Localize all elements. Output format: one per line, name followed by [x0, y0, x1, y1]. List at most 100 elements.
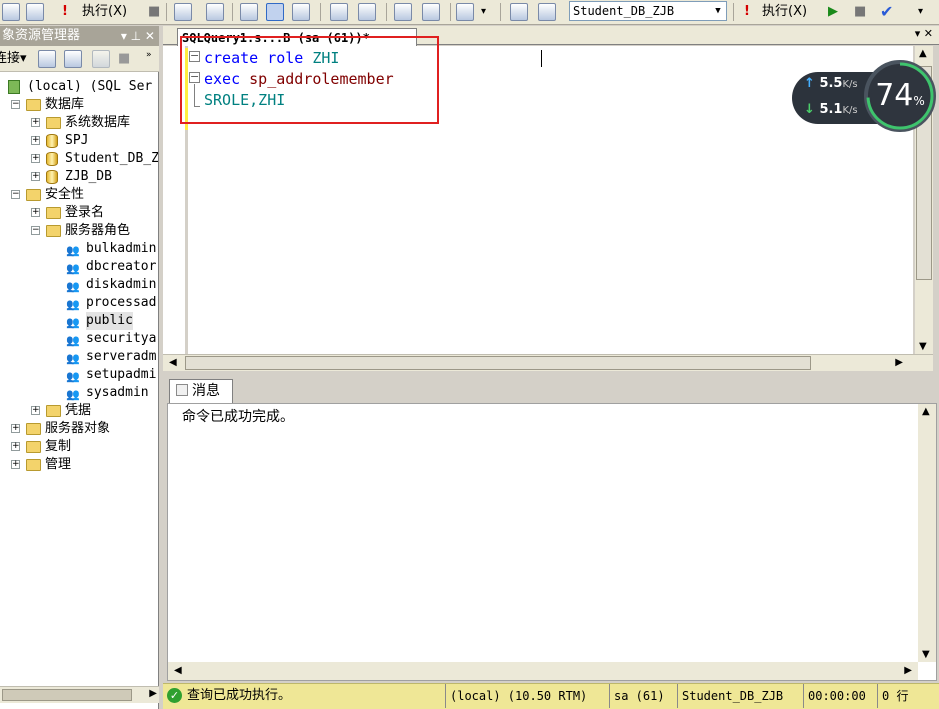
- tree-node[interactable]: + 凭据: [0, 402, 158, 420]
- debug-play-icon[interactable]: ▶: [828, 2, 838, 22]
- results-grid-icon[interactable]: [266, 3, 284, 21]
- parse2-icon[interactable]: ✔: [880, 2, 893, 22]
- tree-node[interactable]: 👥 sysadmin: [0, 384, 158, 402]
- tab-messages[interactable]: 消息: [169, 379, 233, 403]
- results-pane: 消息 命令已成功完成。 ▲ ▼ ◀ ▶: [163, 378, 939, 681]
- tree-node[interactable]: − 服务器角色: [0, 222, 158, 240]
- expand-icon[interactable]: +: [31, 406, 40, 415]
- tree-node[interactable]: 👥 public: [0, 312, 158, 330]
- tree-node-label: dbcreator: [86, 259, 157, 274]
- collapse-icon[interactable]: −: [11, 100, 20, 109]
- tree-node[interactable]: + Student_DB_Z: [0, 150, 158, 168]
- network-monitor-widget[interactable]: ↑ 5.5K/s ↓ 5.1K/s 74%: [792, 60, 936, 132]
- tree-node[interactable]: 👥 bulkadmin: [0, 240, 158, 258]
- toolbar-overflow-icon[interactable]: ▾: [481, 2, 486, 22]
- tree-node-label: SPJ: [65, 133, 89, 148]
- tree-node[interactable]: − 数据库: [0, 96, 158, 114]
- folder-icon: [46, 225, 61, 237]
- collapse-icon[interactable]: −: [31, 226, 40, 235]
- execute2-button[interactable]: 执行(X): [762, 2, 807, 22]
- status-database: Student_DB_ZJB: [677, 684, 787, 708]
- server-role-icon: 👥: [66, 298, 80, 311]
- scroll-right-icon[interactable]: ▶: [149, 688, 157, 699]
- overflow-icon[interactable]: »: [146, 42, 152, 68]
- expand-icon[interactable]: +: [31, 118, 40, 127]
- uncomment-icon[interactable]: [358, 3, 376, 21]
- filter-icon[interactable]: [92, 50, 110, 68]
- tree-node[interactable]: 👥 dbcreator: [0, 258, 158, 276]
- outdent-icon[interactable]: [394, 3, 412, 21]
- database-select[interactable]: Student_DB_ZJB ▼: [569, 1, 727, 21]
- tree-node[interactable]: + 服务器对象: [0, 420, 158, 438]
- expand-icon[interactable]: +: [31, 172, 40, 181]
- collapse-icon[interactable]: −: [11, 190, 20, 199]
- results-vscrollbar[interactable]: ▲ ▼: [918, 404, 936, 662]
- tree-node[interactable]: + ZJB_DB: [0, 168, 158, 186]
- execute-button[interactable]: 执行(X): [82, 2, 127, 22]
- tab-controls[interactable]: ▾ ✕: [915, 27, 933, 40]
- object-tree: (local) (SQL Ser − 数据库 + 系统数据库 + SPJ + Student_D…: [0, 78, 158, 686]
- toolbar-object-icon[interactable]: [2, 3, 20, 21]
- tree-node[interactable]: + 登录名: [0, 204, 158, 222]
- results-hscrollbar[interactable]: ◀ ▶: [168, 662, 918, 680]
- tree-node-label: setupadmi: [86, 367, 157, 382]
- tree-node[interactable]: + 管理: [0, 456, 158, 474]
- specify-values-icon[interactable]: [456, 3, 474, 21]
- tree-node[interactable]: (local) (SQL Ser: [0, 78, 158, 96]
- scroll-down-icon[interactable]: ▼: [922, 649, 930, 660]
- text-cursor: [541, 50, 542, 67]
- connect-icon[interactable]: [38, 50, 56, 68]
- expand-icon[interactable]: +: [31, 136, 40, 145]
- plan-icon[interactable]: [206, 3, 224, 21]
- folder-icon: [26, 189, 41, 201]
- stop-icon[interactable]: ■: [148, 2, 160, 22]
- toolbar-object2-icon[interactable]: [510, 3, 528, 21]
- scroll-left-icon[interactable]: ◀: [174, 665, 182, 676]
- object-explorer-toolbar: 连接▾ ■ »: [0, 46, 159, 72]
- connect-button[interactable]: 连接▾: [0, 46, 27, 72]
- tree-node-label: sysadmin: [86, 385, 149, 400]
- folder-icon: [46, 207, 61, 219]
- expand-icon[interactable]: +: [11, 442, 20, 451]
- toolbar-debug-icon[interactable]: [26, 3, 44, 21]
- expand-icon[interactable]: +: [31, 208, 40, 217]
- toolbar-debug2-icon[interactable]: [538, 3, 556, 21]
- tree-node[interactable]: − 安全性: [0, 186, 158, 204]
- tree-node[interactable]: 👥 securitya: [0, 330, 158, 348]
- tree-node-label: 登录名: [65, 205, 105, 220]
- expand-icon[interactable]: +: [11, 460, 20, 469]
- tree-scrollbar[interactable]: ▶: [0, 686, 159, 703]
- tree-node[interactable]: 👥 processad: [0, 294, 158, 312]
- server-icon: [8, 80, 20, 94]
- scroll-up-icon[interactable]: ▲: [919, 48, 927, 59]
- editor-hscrollbar[interactable]: ◀ ▶: [163, 354, 933, 371]
- scroll-right-icon[interactable]: ▶: [895, 357, 903, 368]
- tree-node[interactable]: 👥 diskadmin: [0, 276, 158, 294]
- scroll-down-icon[interactable]: ▼: [919, 341, 927, 352]
- tree-node-label: processad: [86, 295, 157, 310]
- expand-icon[interactable]: +: [11, 424, 20, 433]
- server-role-icon: 👥: [66, 280, 80, 293]
- stop-icon[interactable]: ■: [118, 46, 130, 72]
- disconnect-icon[interactable]: [64, 50, 82, 68]
- indent-icon[interactable]: [422, 3, 440, 21]
- tree-node[interactable]: + 系统数据库: [0, 114, 158, 132]
- expand-icon[interactable]: +: [31, 154, 40, 163]
- tree-node-label: ZJB_DB: [65, 169, 112, 184]
- tree-node[interactable]: + 复制: [0, 438, 158, 456]
- comment-icon[interactable]: [330, 3, 348, 21]
- upload-speed: ↑ 5.5K/s: [804, 76, 858, 91]
- results-text-icon[interactable]: [240, 3, 258, 21]
- parse-icon[interactable]: [174, 3, 192, 21]
- tree-node-label: securitya: [86, 331, 157, 346]
- scroll-left-icon[interactable]: ◀: [169, 357, 177, 368]
- tree-node[interactable]: + SPJ: [0, 132, 158, 150]
- scroll-up-icon[interactable]: ▲: [922, 406, 930, 417]
- results-file-icon[interactable]: [292, 3, 310, 21]
- folder-icon: [26, 459, 41, 471]
- scroll-right-icon[interactable]: ▶: [904, 665, 912, 676]
- tree-node[interactable]: 👥 setupadmi: [0, 366, 158, 384]
- tree-node[interactable]: 👥 serveradm: [0, 348, 158, 366]
- toolbar2-overflow-icon[interactable]: ▾: [918, 2, 923, 22]
- stop2-icon[interactable]: ■: [854, 2, 866, 22]
